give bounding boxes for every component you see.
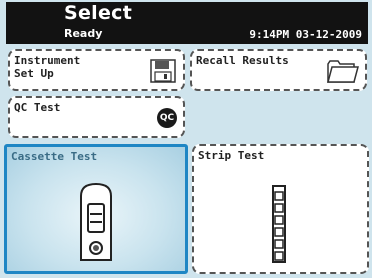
folder-icon: [327, 60, 359, 83]
test-strip-icon: [272, 185, 286, 263]
recall-results-label: Recall Results: [196, 54, 289, 67]
floppy-disk-icon: [150, 59, 176, 83]
cassette-test-button[interactable]: Cassette Test: [4, 144, 188, 274]
qc-test-button[interactable]: QC Test QC: [8, 96, 185, 138]
device-screen: Select Ready 9:14PM 03-12-2009 Instrumen…: [0, 0, 372, 278]
page-title: Select: [64, 2, 133, 24]
instrument-setup-button[interactable]: Instrument Set Up: [8, 49, 185, 91]
strip-test-button[interactable]: Strip Test: [192, 144, 369, 274]
cassette-test-label: Cassette Test: [11, 150, 98, 163]
recall-results-button[interactable]: Recall Results: [190, 49, 367, 91]
qc-badge-icon: QC: [157, 108, 177, 128]
cassette-icon: [80, 182, 112, 261]
strip-test-label: Strip Test: [198, 149, 265, 162]
status-text: Ready: [64, 27, 103, 40]
header-bar: Select Ready 9:14PM 03-12-2009: [6, 2, 368, 44]
instrument-setup-label: Instrument Set Up: [14, 54, 81, 80]
qc-test-label: QC Test: [14, 101, 61, 114]
datetime-display: 9:14PM 03-12-2009: [249, 28, 362, 41]
